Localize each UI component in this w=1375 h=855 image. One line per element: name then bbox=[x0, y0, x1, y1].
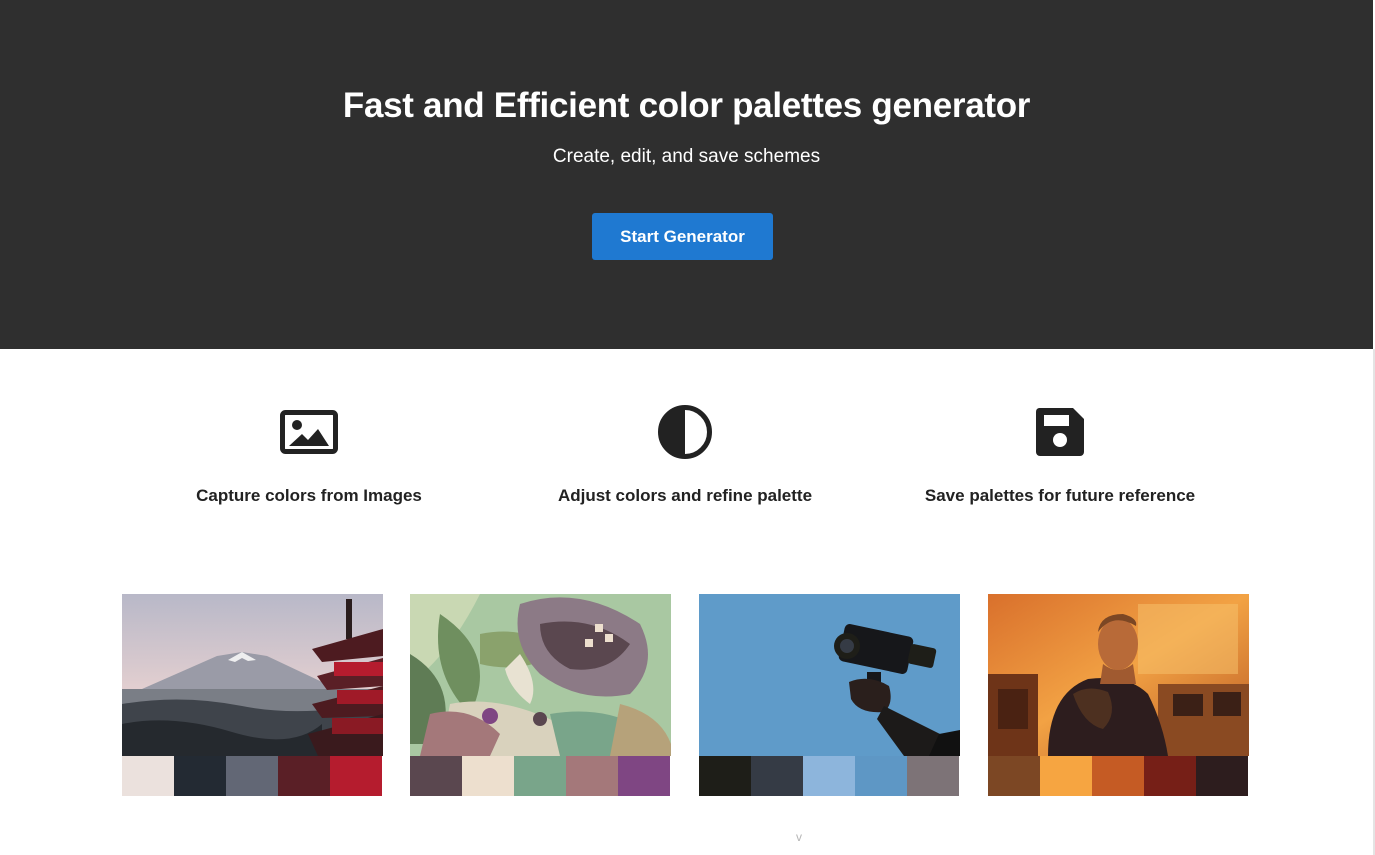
swatch[interactable] bbox=[1196, 756, 1248, 796]
swatch[interactable] bbox=[410, 756, 462, 796]
wolf-illustration bbox=[410, 594, 671, 756]
feature-label: Capture colors from Images bbox=[196, 486, 422, 505]
swatch[interactable] bbox=[988, 756, 1040, 796]
palette-swatches bbox=[988, 756, 1248, 796]
swatch[interactable] bbox=[803, 756, 855, 796]
swatch[interactable] bbox=[226, 756, 278, 796]
palette-swatches bbox=[122, 756, 382, 796]
image-icon bbox=[129, 400, 489, 464]
example-card-camera[interactable] bbox=[699, 594, 960, 796]
feature-adjust: Adjust colors and refine palette bbox=[505, 400, 865, 506]
hero-title: Fast and Efficient color palettes genera… bbox=[342, 86, 1031, 125]
example-card-wolf[interactable] bbox=[410, 594, 671, 796]
swatch[interactable] bbox=[1144, 756, 1196, 796]
feature-label: Adjust colors and refine palette bbox=[557, 486, 813, 505]
swatch[interactable] bbox=[122, 756, 174, 796]
mount-fuji-pagoda-photo bbox=[122, 594, 383, 756]
palette-swatches bbox=[699, 756, 959, 796]
swatch[interactable] bbox=[907, 756, 959, 796]
swatch[interactable] bbox=[278, 756, 330, 796]
palette-swatches bbox=[410, 756, 670, 796]
hand-holding-camera-photo bbox=[699, 594, 960, 756]
feature-capture: Capture colors from Images bbox=[129, 400, 489, 506]
hero-subtitle: Create, edit, and save schemes bbox=[552, 146, 821, 167]
scroll-down-indicator[interactable]: v bbox=[796, 830, 802, 844]
swatch[interactable] bbox=[1040, 756, 1092, 796]
swatch[interactable] bbox=[618, 756, 670, 796]
swatch[interactable] bbox=[751, 756, 803, 796]
swatch[interactable] bbox=[1092, 756, 1144, 796]
swatch[interactable] bbox=[699, 756, 751, 796]
contrast-icon bbox=[505, 400, 865, 464]
swatch[interactable] bbox=[566, 756, 618, 796]
swatch[interactable] bbox=[514, 756, 566, 796]
swatch[interactable] bbox=[462, 756, 514, 796]
swatch[interactable] bbox=[174, 756, 226, 796]
example-card-office[interactable] bbox=[988, 594, 1249, 796]
start-generator-button[interactable]: Start Generator bbox=[592, 213, 773, 260]
swatch[interactable] bbox=[855, 756, 907, 796]
example-card-fuji[interactable] bbox=[122, 594, 383, 796]
feature-save: Save palettes for future reference bbox=[880, 400, 1240, 506]
floppy-disk-icon bbox=[880, 400, 1240, 464]
man-in-orange-office-photo bbox=[988, 594, 1249, 756]
hero-banner: Fast and Efficient color palettes genera… bbox=[0, 0, 1373, 349]
feature-label: Save palettes for future reference bbox=[924, 486, 1196, 505]
swatch[interactable] bbox=[330, 756, 382, 796]
